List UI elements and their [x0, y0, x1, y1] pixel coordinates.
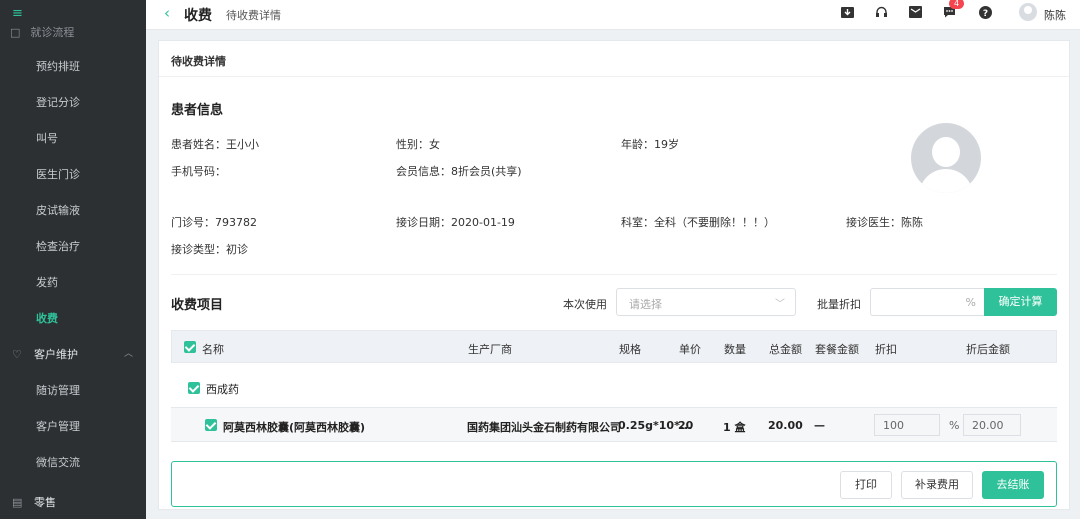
th-unit-price: 单价: [679, 343, 701, 356]
row-checkbox[interactable]: [205, 419, 217, 431]
patient-phone: 手机号码：: [171, 165, 226, 178]
sidebar-item-billing[interactable]: 收费: [36, 310, 58, 326]
select-all-checkbox[interactable]: [184, 341, 196, 353]
top-header: ‹ 收费 待收费详情 4 ? 陈陈: [146, 0, 1080, 30]
batch-discount-input[interactable]: %: [870, 288, 984, 316]
username[interactable]: 陈陈: [1044, 7, 1066, 23]
row-quantity: 1 盒: [723, 421, 746, 434]
row-discount-input[interactable]: 100: [874, 414, 940, 436]
billing-detail-card: 待收费详情 患者信息 患者姓名：王小小 性别：女 年龄：19岁 手机号码： 会员…: [158, 40, 1070, 510]
row-unit-price: 20: [678, 419, 694, 432]
card-title: 待收费详情: [159, 41, 1069, 77]
department: 科室：全科（不要删除！！！）: [621, 216, 775, 229]
visit-date: 接诊日期：2020-01-19: [396, 216, 515, 229]
sidebar: ≡ □ 就诊流程 预约排班 登记分诊 叫号 医生门诊 皮试输液 检查治疗 发药 收…: [0, 0, 146, 519]
sidebar-item-skin-test[interactable]: 皮试输液: [36, 202, 80, 218]
sidebar-item-customer-manage[interactable]: 客户管理: [36, 418, 80, 434]
patient-age: 年龄：19岁: [621, 138, 679, 151]
group-checkbox[interactable]: [188, 382, 200, 394]
heart-icon: ♡: [12, 348, 22, 361]
add-fee-button[interactable]: 补录费用: [901, 471, 973, 499]
user-avatar[interactable]: [1019, 3, 1037, 21]
section-divider: [171, 274, 1057, 275]
patient-member: 会员信息：8折会员(共享): [396, 165, 522, 178]
chevron-up-icon: ︿: [124, 349, 134, 359]
row-manufacturer: 国药集团汕头金石制药有限公司: [467, 421, 621, 434]
patient-gender: 性别：女: [396, 138, 440, 151]
row-package-amount: —: [814, 419, 825, 432]
sidebar-item-followup[interactable]: 随访管理: [36, 382, 80, 398]
page-title: 收费: [184, 8, 212, 24]
charges-title: 收费项目: [171, 298, 224, 313]
headset-icon[interactable]: [874, 6, 888, 20]
patient-avatar: [911, 123, 981, 193]
sidebar-item-partial[interactable]: □ 就诊流程: [10, 24, 74, 40]
checkout-button[interactable]: 去结账: [982, 471, 1044, 499]
row-total: 20.00: [768, 419, 803, 432]
notification-badge: 4: [949, 0, 965, 9]
group-label: 西成药: [206, 383, 239, 396]
th-total: 总金额: [769, 343, 802, 356]
th-discount: 折扣: [875, 343, 897, 356]
help-icon[interactable]: ?: [978, 6, 992, 20]
patient-name: 患者姓名：王小小: [171, 138, 259, 151]
attending-doctor: 接诊医生：陈陈: [846, 216, 923, 229]
sidebar-item-wechat[interactable]: 微信交流: [36, 454, 80, 470]
retail-icon: ▤: [12, 496, 23, 509]
sidebar-group-customer[interactable]: ♡ 客户维护 ︿: [12, 346, 133, 362]
category-group: 西成药: [171, 363, 1057, 407]
th-package-amount: 套餐金额: [815, 343, 859, 356]
th-name: 名称: [202, 343, 224, 356]
th-spec: 规格: [619, 343, 641, 356]
menu-icon[interactable]: ≡: [12, 6, 23, 21]
use-label: 本次使用: [563, 298, 607, 311]
row-percent: %: [949, 419, 960, 432]
clinic-number: 门诊号：793782: [171, 216, 257, 229]
breadcrumb: 待收费详情: [226, 9, 281, 22]
sidebar-item-examination[interactable]: 检查治疗: [36, 238, 80, 254]
sidebar-item-registration[interactable]: 登记分诊: [36, 94, 80, 110]
sidebar-item-doctor-clinic[interactable]: 医生门诊: [36, 166, 80, 182]
visit-type: 接诊类型：初诊: [171, 243, 248, 256]
chevron-down-icon: ﹀: [775, 299, 785, 310]
mail-icon[interactable]: [908, 6, 922, 20]
action-footer: 打印 补录费用 去结账: [171, 461, 1057, 507]
th-manufacturer: 生产厂商: [468, 343, 512, 356]
svg-text:?: ?: [982, 9, 987, 19]
patient-info-title: 患者信息: [171, 103, 224, 118]
th-after-discount: 折后金额: [966, 343, 1010, 356]
download-icon[interactable]: [840, 6, 854, 20]
th-quantity: 数量: [724, 343, 746, 356]
table-header: 名称 生产厂商 规格 单价 数量 总金额 套餐金额 折扣 折后金额: [171, 330, 1057, 363]
sidebar-group-retail[interactable]: ▤ 零售: [12, 494, 56, 510]
use-select[interactable]: 请选择 ﹀: [616, 288, 796, 316]
sidebar-item-calling[interactable]: 叫号: [36, 130, 58, 146]
batch-discount-label: 批量折扣: [817, 298, 861, 311]
row-name: 阿莫西林胶囊(阿莫西林胶囊): [223, 421, 366, 434]
row-after-discount-input[interactable]: 20.00: [963, 414, 1021, 436]
sidebar-item-dispensing[interactable]: 发药: [36, 274, 58, 290]
confirm-calc-button[interactable]: 确定计算: [984, 288, 1057, 316]
print-button[interactable]: 打印: [840, 471, 892, 499]
sidebar-item-appointment[interactable]: 预约排班: [36, 58, 80, 74]
table-row: 阿莫西林胶囊(阿莫西林胶囊) 国药集团汕头金石制药有限公司 0.25g*10*.…: [171, 407, 1057, 442]
back-icon[interactable]: ‹: [164, 4, 170, 22]
